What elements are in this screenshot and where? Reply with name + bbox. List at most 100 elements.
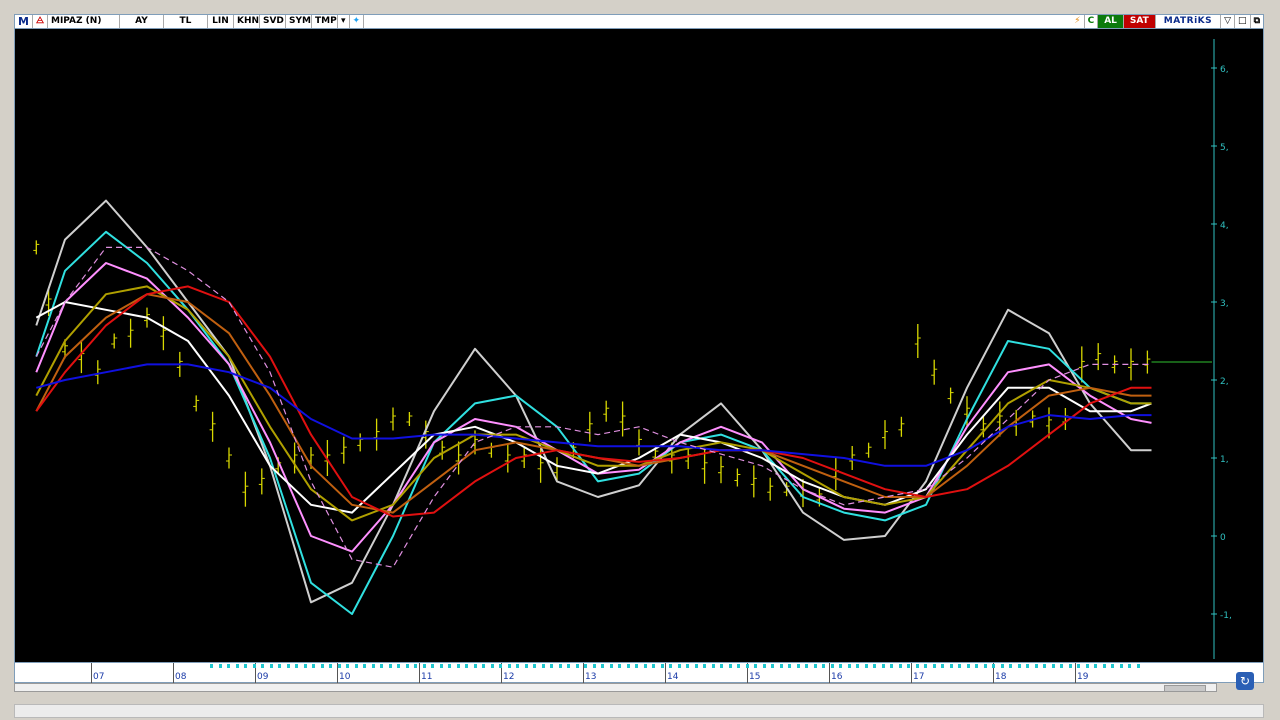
indicator-line-gray	[35, 199, 1152, 604]
volume-marker	[949, 664, 953, 668]
volume-marker	[1009, 664, 1012, 668]
x-tick-label: 07	[93, 672, 105, 682]
volume-marker	[482, 664, 485, 668]
symbol-label[interactable]: MIPAZ (N)	[48, 15, 120, 28]
c-icon[interactable]: C	[1085, 15, 1099, 28]
volume-marker	[499, 664, 502, 668]
volume-marker	[337, 664, 341, 668]
volume-marker	[941, 664, 944, 668]
x-tick	[91, 663, 92, 684]
volume-marker	[320, 664, 324, 668]
volume-marker	[805, 664, 808, 668]
volume-marker	[473, 664, 477, 668]
volume-marker	[388, 664, 392, 668]
x-tick-label: 14	[667, 672, 679, 682]
brand-label: MATRiKS	[1156, 15, 1222, 28]
volume-marker	[839, 664, 842, 668]
volume-marker	[507, 664, 511, 668]
volume-marker	[992, 664, 995, 668]
volume-marker	[881, 664, 885, 668]
volume-marker	[813, 664, 817, 668]
currency-button[interactable]: TL	[164, 15, 208, 28]
x-tick	[173, 663, 174, 684]
indicator-line-white	[35, 301, 1152, 514]
volume-marker	[295, 664, 298, 668]
x-tick	[911, 663, 912, 684]
volume-marker	[932, 664, 936, 668]
period-button[interactable]: AY	[120, 15, 164, 28]
khn-button[interactable]: KHN	[234, 15, 260, 28]
volume-marker	[584, 664, 587, 668]
volume-marker	[669, 664, 672, 668]
volume-marker	[422, 664, 426, 668]
x-tick	[665, 663, 666, 684]
horizontal-scrollbar[interactable]	[14, 683, 1217, 692]
y-tick-label: 1,	[1220, 455, 1229, 465]
copy-icon[interactable]: ⧉	[1251, 15, 1263, 28]
x-tick-label: 11	[421, 672, 433, 682]
volume-marker	[856, 664, 859, 668]
minimize-icon[interactable]: ▽	[1221, 15, 1236, 28]
refresh-icon[interactable]: ↻	[1236, 672, 1254, 690]
volume-marker	[465, 664, 468, 668]
volume-marker	[796, 664, 800, 668]
chevron-down-icon[interactable]: ▾	[338, 15, 350, 28]
volume-marker	[1026, 664, 1029, 668]
lightning-icon[interactable]: ⚡	[1071, 15, 1085, 28]
volume-marker	[1102, 664, 1106, 668]
volume-marker	[592, 664, 596, 668]
volume-marker	[380, 664, 383, 668]
buy-button[interactable]: AL	[1098, 15, 1124, 28]
twitter-icon[interactable]: ✦	[350, 15, 365, 28]
volume-marker	[660, 664, 664, 668]
volume-marker	[745, 664, 749, 668]
volume-marker	[898, 664, 902, 668]
volume-marker	[1043, 664, 1046, 668]
volume-marker	[244, 664, 247, 668]
volume-marker	[1094, 664, 1097, 668]
volume-marker	[601, 664, 604, 668]
volume-marker	[694, 664, 698, 668]
volume-marker	[711, 664, 715, 668]
volume-marker	[720, 664, 723, 668]
tmp-button[interactable]: TMP	[312, 15, 338, 28]
restore-icon[interactable]: □	[1235, 15, 1251, 28]
volume-marker	[329, 664, 332, 668]
x-tick-label: 15	[749, 672, 761, 682]
volume-marker	[975, 664, 978, 668]
volume-marker	[728, 664, 732, 668]
volume-marker	[958, 664, 961, 668]
volume-marker	[558, 664, 562, 668]
volume-marker	[864, 664, 868, 668]
volume-marker	[227, 664, 230, 668]
sym-button[interactable]: SYM	[286, 15, 312, 28]
volume-marker	[1128, 664, 1131, 668]
volume-marker	[550, 664, 553, 668]
chart-type-icon[interactable]: ⨺	[33, 15, 48, 28]
volume-marker	[652, 664, 655, 668]
volume-marker	[626, 664, 630, 668]
x-tick-label: 10	[339, 672, 351, 682]
app-logo[interactable]: M	[15, 15, 33, 28]
indicator-line-pink	[35, 262, 1152, 553]
x-tick-label: 16	[831, 672, 843, 682]
volume-marker	[363, 664, 366, 668]
volume-marker	[643, 664, 647, 668]
x-tick-label: 13	[585, 672, 597, 682]
volume-marker	[1068, 664, 1072, 668]
volume-marker	[686, 664, 689, 668]
x-axis[interactable]: 07 08 09 10 11 12 13 14 15 16 17 18 19	[14, 662, 1264, 684]
volume-marker	[261, 664, 264, 668]
sell-button[interactable]: SAT	[1123, 15, 1156, 28]
indicator-line-red	[35, 285, 1152, 518]
volume-marker	[303, 664, 307, 668]
y-tick-label: 4,	[1220, 221, 1229, 231]
lin-button[interactable]: LIN	[208, 15, 234, 28]
chart-area[interactable]: 6, 5, 4, 3, 2, 1, 0 -1,	[14, 29, 1264, 662]
volume-marker	[235, 664, 239, 668]
price-chart[interactable]: 6, 5, 4, 3, 2, 1, 0 -1,	[15, 29, 1263, 662]
volume-marker	[788, 664, 791, 668]
svd-button[interactable]: SVD	[260, 15, 286, 28]
y-tick-label: 5,	[1220, 143, 1229, 153]
scrollbar-thumb[interactable]	[1164, 685, 1206, 692]
